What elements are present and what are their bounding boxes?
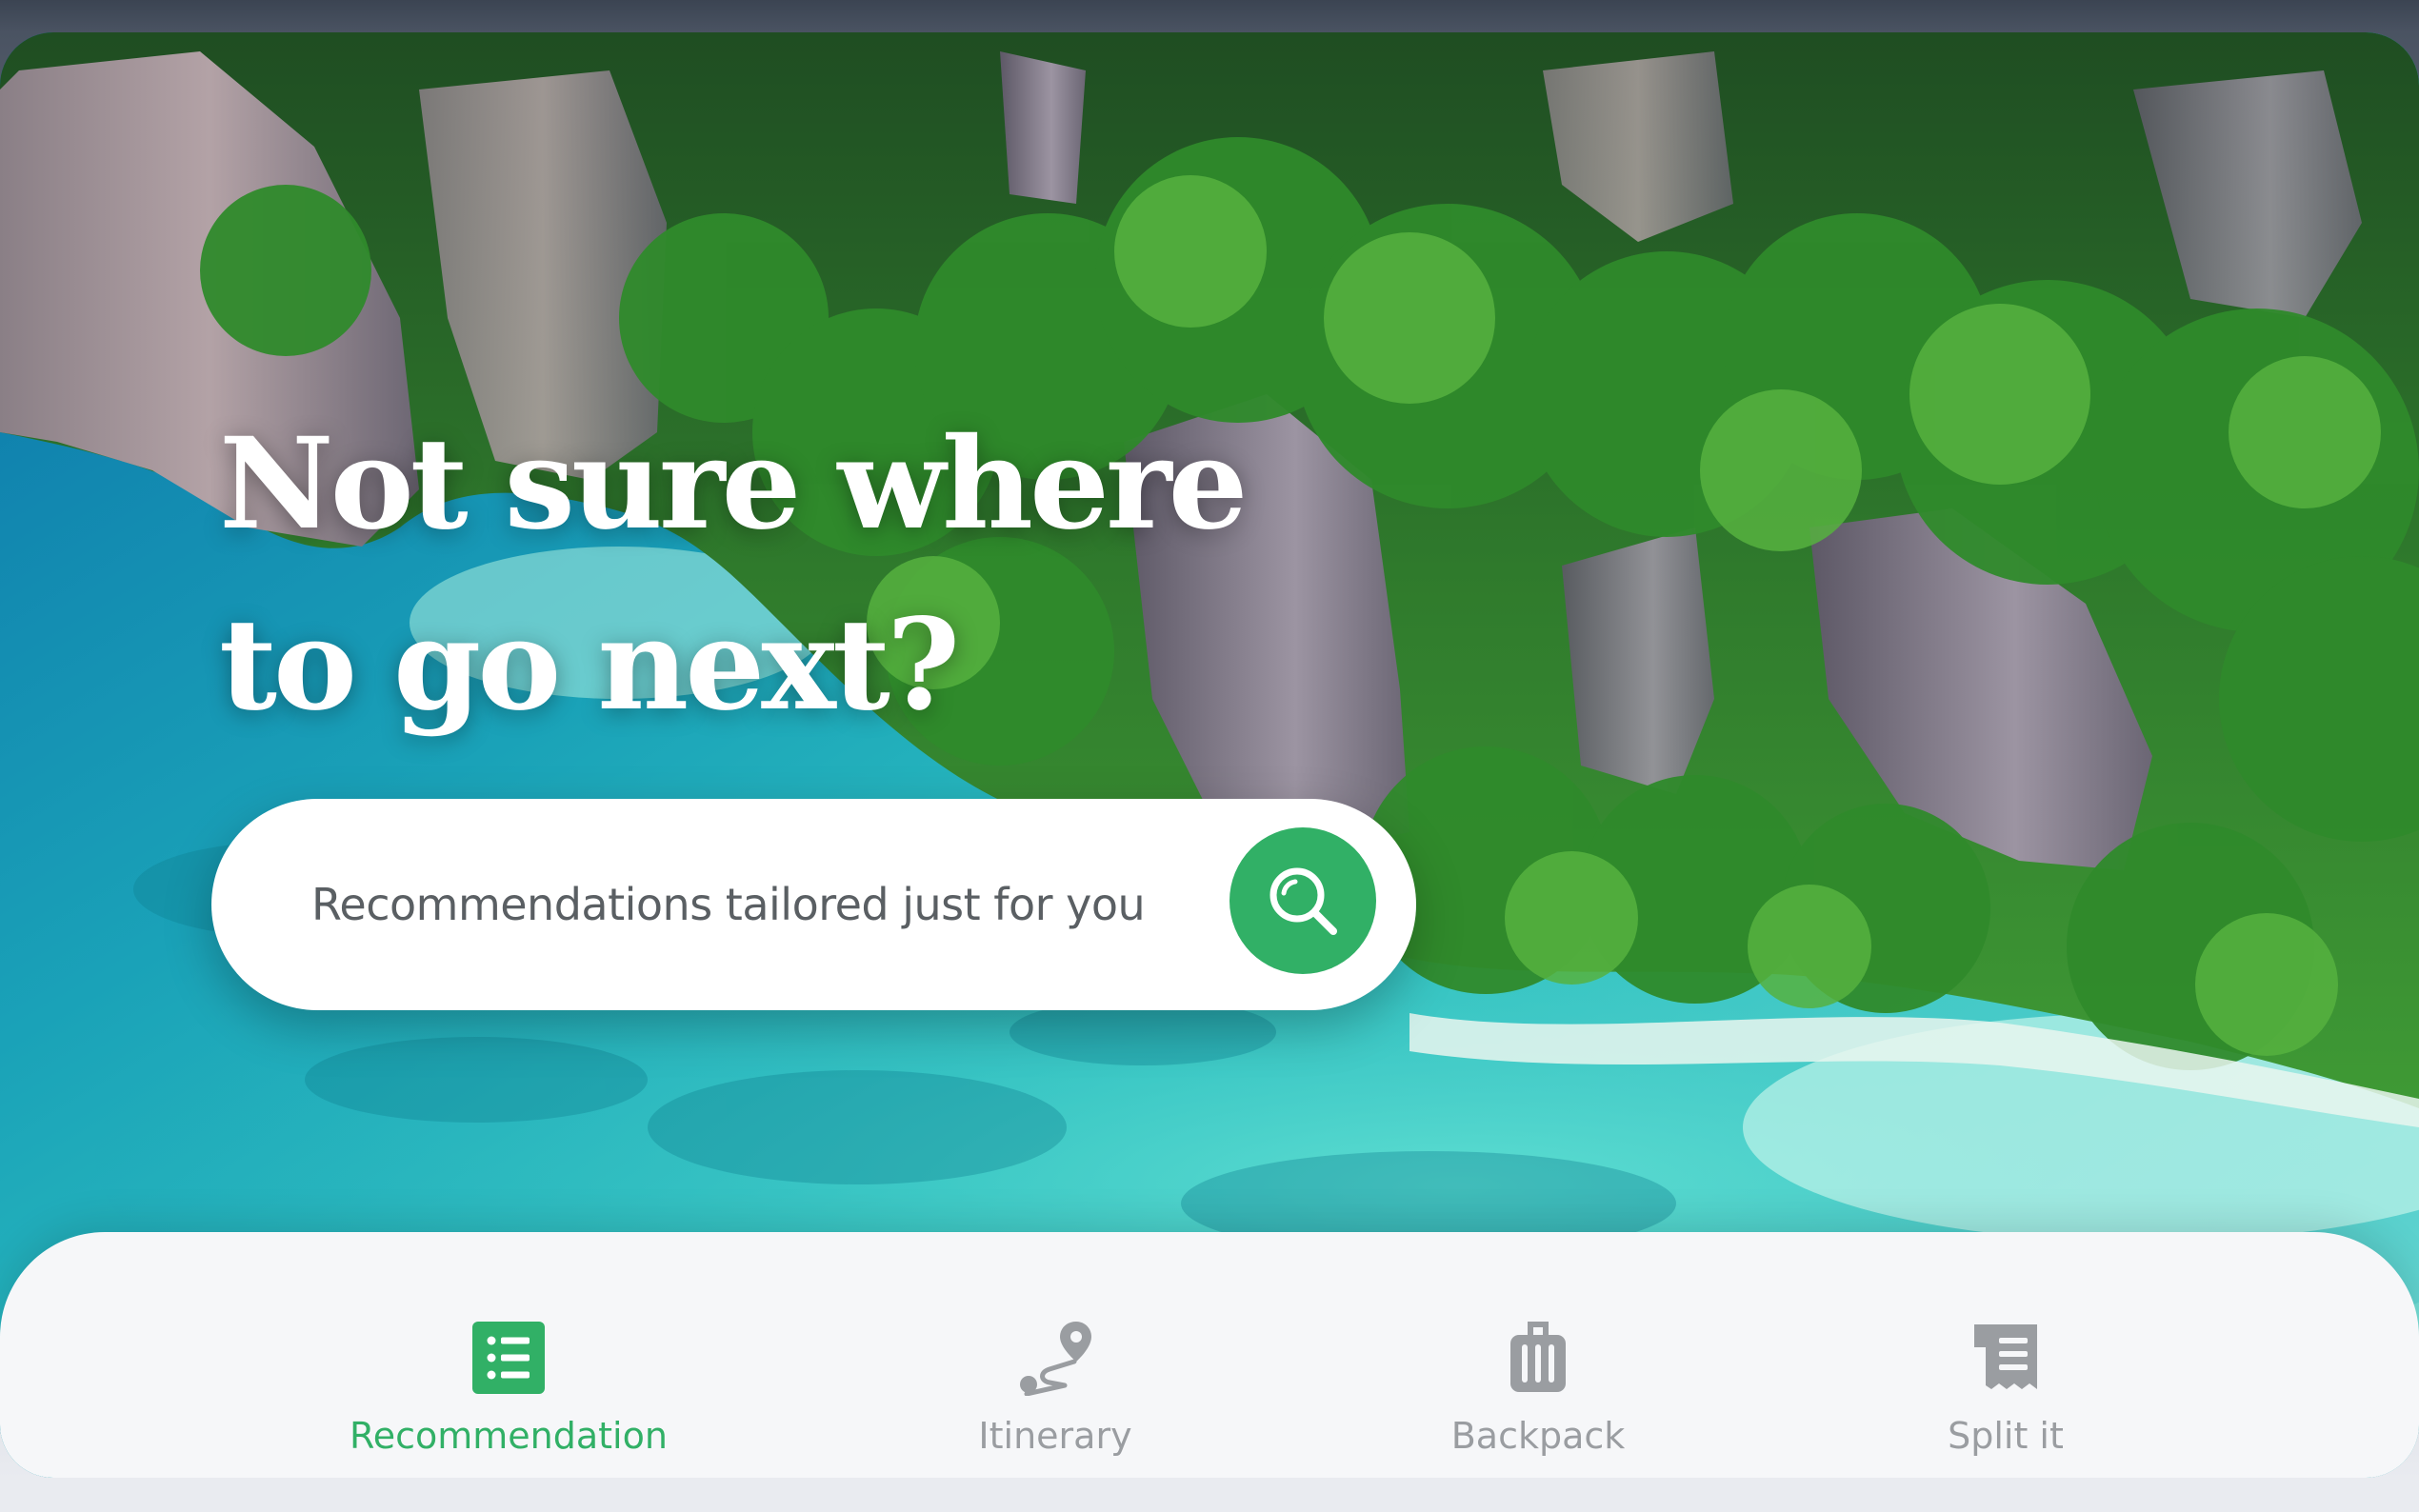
bottom-tab-bar: Recommendation Itinerary Backpack Split … xyxy=(0,1232,2419,1478)
headline: Not sure where to go next? xyxy=(219,394,1267,756)
route-pin-icon xyxy=(1017,1320,1093,1396)
receipt-icon xyxy=(1968,1320,2044,1396)
tab-split-it[interactable]: Split it xyxy=(1806,1232,2206,1478)
search-icon xyxy=(1269,867,1337,935)
screen: Not sure where to go next? Recommendatio… xyxy=(0,0,2419,1512)
headline-line-1: Not sure where xyxy=(219,410,1249,558)
app-window: Not sure where to go next? Recommendatio… xyxy=(0,32,2419,1478)
tab-backpack[interactable]: Backpack xyxy=(1338,1232,1738,1478)
tab-label: Itinerary xyxy=(978,1415,1132,1457)
tab-recommendation[interactable]: Recommendation xyxy=(309,1232,709,1478)
tab-label: Backpack xyxy=(1450,1415,1626,1457)
search-bar[interactable]: Recommendations tailored just for you xyxy=(211,799,1416,1010)
list-icon xyxy=(470,1320,547,1396)
tab-label: Split it xyxy=(1948,1415,2064,1457)
search-button[interactable] xyxy=(1229,827,1376,974)
tab-itinerary[interactable]: Itinerary xyxy=(855,1232,1255,1478)
luggage-icon xyxy=(1500,1320,1576,1396)
search-input[interactable]: Recommendations tailored just for you xyxy=(311,879,1146,930)
tab-label: Recommendation xyxy=(350,1415,668,1457)
headline-line-2: to go next? xyxy=(219,591,960,739)
